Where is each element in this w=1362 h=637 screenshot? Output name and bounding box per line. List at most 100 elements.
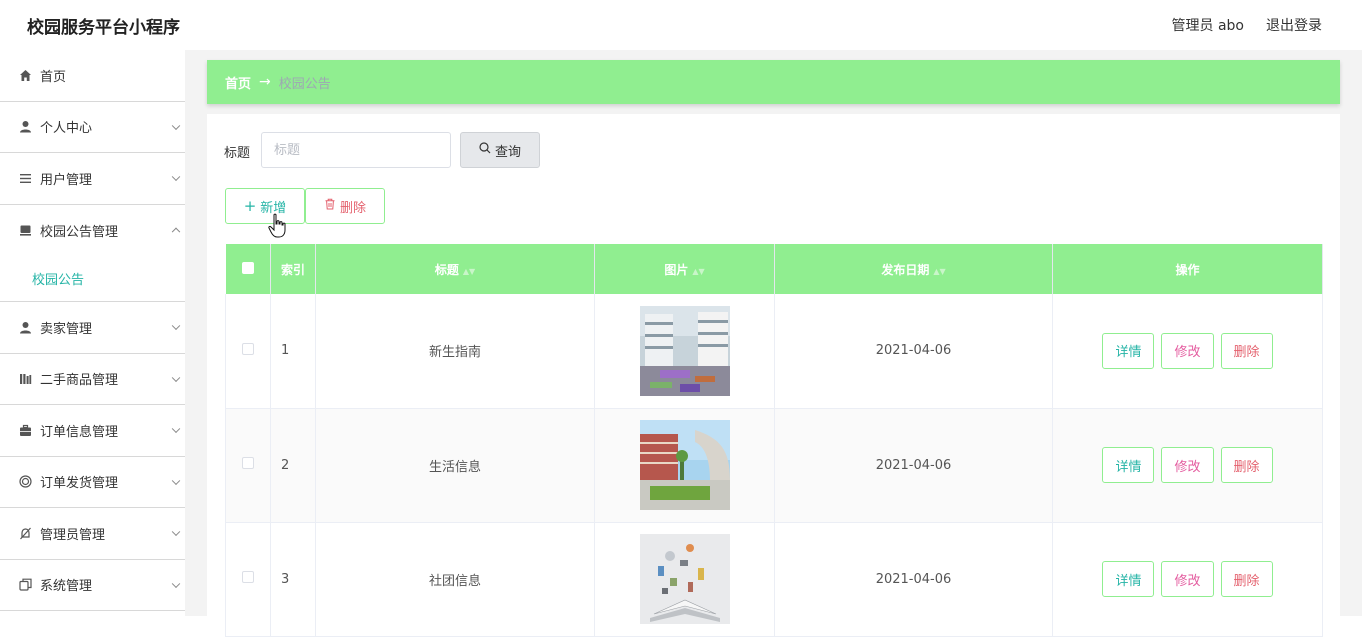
sidebar-item-system-management[interactable]: 系统管理 — [0, 560, 185, 611]
chevron-up-icon — [171, 227, 181, 237]
sidebar-item-label: 订单信息管理 — [40, 424, 119, 440]
column-title[interactable]: 标题 ▲▼ — [315, 244, 595, 294]
batch-delete-button[interactable]: 删除 — [305, 188, 385, 224]
table-header-row: 索引 标题 ▲▼ 图片 ▲▼ 发布日期 ▲▼ 操作 — [225, 244, 1323, 294]
sidebar-item-order-info[interactable]: 订单信息管理 — [0, 405, 185, 457]
notice-thumbnail — [639, 305, 730, 396]
row-date: 2021-04-06 — [774, 294, 1053, 409]
column-date[interactable]: 发布日期 ▲▼ — [774, 244, 1053, 294]
row-date: 2021-04-06 — [774, 522, 1053, 637]
row-image-cell — [594, 294, 775, 409]
row-index: 3 — [270, 522, 316, 637]
sidebar-item-personal-center[interactable]: 个人中心 — [0, 102, 185, 153]
plus-icon: + — [243, 196, 257, 215]
sort-icon[interactable]: ▲▼ — [463, 267, 475, 276]
notice-thumbnail — [639, 420, 730, 510]
row-checkbox[interactable] — [242, 571, 254, 583]
row-image-cell — [594, 522, 775, 637]
sidebar-item-label: 二手商品管理 — [40, 373, 119, 389]
row-date: 2021-04-06 — [774, 408, 1053, 523]
delete-button[interactable]: 删除 — [1220, 332, 1273, 369]
user-icon — [18, 120, 32, 134]
chevron-down-icon — [171, 321, 181, 331]
notice-table: 索引 标题 ▲▼ 图片 ▲▼ 发布日期 ▲▼ 操作 1 新生指南 2021-04… — [225, 244, 1323, 637]
row-checkbox-cell — [225, 294, 271, 409]
sidebar: 首页 个人中心 用户管理 校园公告管理 校园公告 卖家管理 二手商品管理 订单信… — [0, 50, 185, 616]
delete-button[interactable]: 删除 — [1220, 561, 1273, 597]
edit-button[interactable]: 修改 — [1161, 447, 1214, 483]
sidebar-item-label: 卖家管理 — [40, 321, 93, 337]
breadcrumb-arrow-icon: → — [259, 74, 271, 90]
select-all-header[interactable] — [225, 244, 271, 294]
table-row: 1 新生指南 2021-04-06 详情 修改 删除 — [225, 294, 1323, 409]
detail-button[interactable]: 详情 — [1102, 447, 1155, 483]
home-icon — [18, 68, 32, 82]
detail-button[interactable]: 详情 — [1102, 332, 1155, 369]
circle-icon — [18, 475, 32, 489]
column-ops: 操作 — [1052, 244, 1323, 294]
row-title: 社团信息 — [315, 522, 595, 637]
chevron-down-icon — [171, 579, 181, 588]
chevron-down-icon — [171, 172, 181, 182]
admin-user-label[interactable]: 管理员 abo — [1172, 15, 1244, 35]
batch-delete-label: 删除 — [339, 200, 366, 216]
bars-icon — [18, 372, 32, 386]
sidebar-item-user-management[interactable]: 用户管理 — [0, 153, 185, 205]
search-title-label: 标题 — [224, 146, 251, 161]
sidebar-item-label: 用户管理 — [40, 172, 93, 188]
edit-button[interactable]: 修改 — [1161, 561, 1214, 597]
sort-icon[interactable]: ▲▼ — [933, 267, 945, 276]
row-checkbox-cell — [225, 408, 271, 523]
breadcrumb-current: 校园公告 — [278, 76, 331, 92]
sidebar-item-label: 首页 — [40, 69, 67, 85]
select-all-checkbox[interactable] — [241, 261, 254, 274]
search-title-input[interactable] — [261, 132, 451, 168]
sidebar-item-seller-management[interactable]: 卖家管理 — [0, 302, 185, 354]
search-button[interactable]: 查询 — [460, 132, 540, 168]
sidebar-subitem-campus-notice[interactable]: 校园公告 — [0, 256, 185, 302]
column-index: 索引 — [270, 244, 316, 294]
add-button[interactable]: + 新增 — [225, 188, 305, 224]
detail-button[interactable]: 详情 — [1102, 561, 1155, 597]
row-image-cell — [594, 408, 775, 523]
chevron-down-icon — [171, 373, 181, 382]
sidebar-item-notice-management[interactable]: 校园公告管理 — [0, 205, 185, 257]
table-row: 3 社团信息 2021-04-06 详情 修改 删除 — [225, 522, 1323, 637]
sidebar-item-secondhand-goods[interactable]: 二手商品管理 — [0, 354, 185, 405]
sidebar-item-label: 系统管理 — [40, 579, 93, 595]
sidebar-item-order-shipping[interactable]: 订单发货管理 — [0, 457, 185, 508]
sidebar-item-home[interactable]: 首页 — [0, 50, 185, 102]
column-image[interactable]: 图片 ▲▼ — [594, 244, 775, 294]
logout-link[interactable]: 退出登录 — [1266, 15, 1322, 35]
row-title: 新生指南 — [315, 294, 595, 409]
copy-icon — [18, 578, 32, 592]
row-checkbox-cell — [225, 522, 271, 637]
list-icon — [18, 171, 32, 185]
breadcrumb-home[interactable]: 首页 — [225, 73, 251, 92]
row-index: 2 — [270, 408, 316, 523]
hand-pointer-cursor-icon — [268, 213, 286, 238]
table-row: 2 生活信息 2021-04-06 详情 修改 删除 — [225, 408, 1323, 523]
bell-slash-icon — [18, 526, 32, 540]
chevron-down-icon — [171, 527, 181, 537]
notice-icon — [18, 223, 32, 237]
row-checkbox[interactable] — [242, 342, 254, 355]
column-image-label: 图片 — [664, 262, 689, 277]
sidebar-item-label: 校园公告管理 — [40, 224, 119, 240]
header-user-area: 管理员 abo 退出登录 — [1172, 15, 1322, 35]
top-header: 校园服务平台小程序 管理员 abo 退出登录 — [0, 0, 1362, 50]
row-index: 1 — [270, 294, 316, 409]
briefcase-icon — [18, 423, 32, 437]
delete-button[interactable]: 删除 — [1220, 447, 1273, 483]
row-ops-cell: 详情 修改 删除 — [1052, 522, 1323, 637]
row-ops-cell: 详情 修改 删除 — [1052, 294, 1323, 409]
breadcrumb: 首页 → 校园公告 — [207, 60, 1340, 104]
sidebar-item-label: 订单发货管理 — [40, 476, 119, 492]
chevron-down-icon — [171, 121, 181, 130]
row-checkbox[interactable] — [242, 457, 254, 469]
column-date-label: 发布日期 — [881, 262, 930, 277]
sidebar-item-admin-management[interactable]: 管理员管理 — [0, 508, 185, 560]
sort-icon[interactable]: ▲▼ — [692, 267, 704, 276]
edit-button[interactable]: 修改 — [1161, 332, 1214, 369]
user-icon — [18, 320, 32, 334]
